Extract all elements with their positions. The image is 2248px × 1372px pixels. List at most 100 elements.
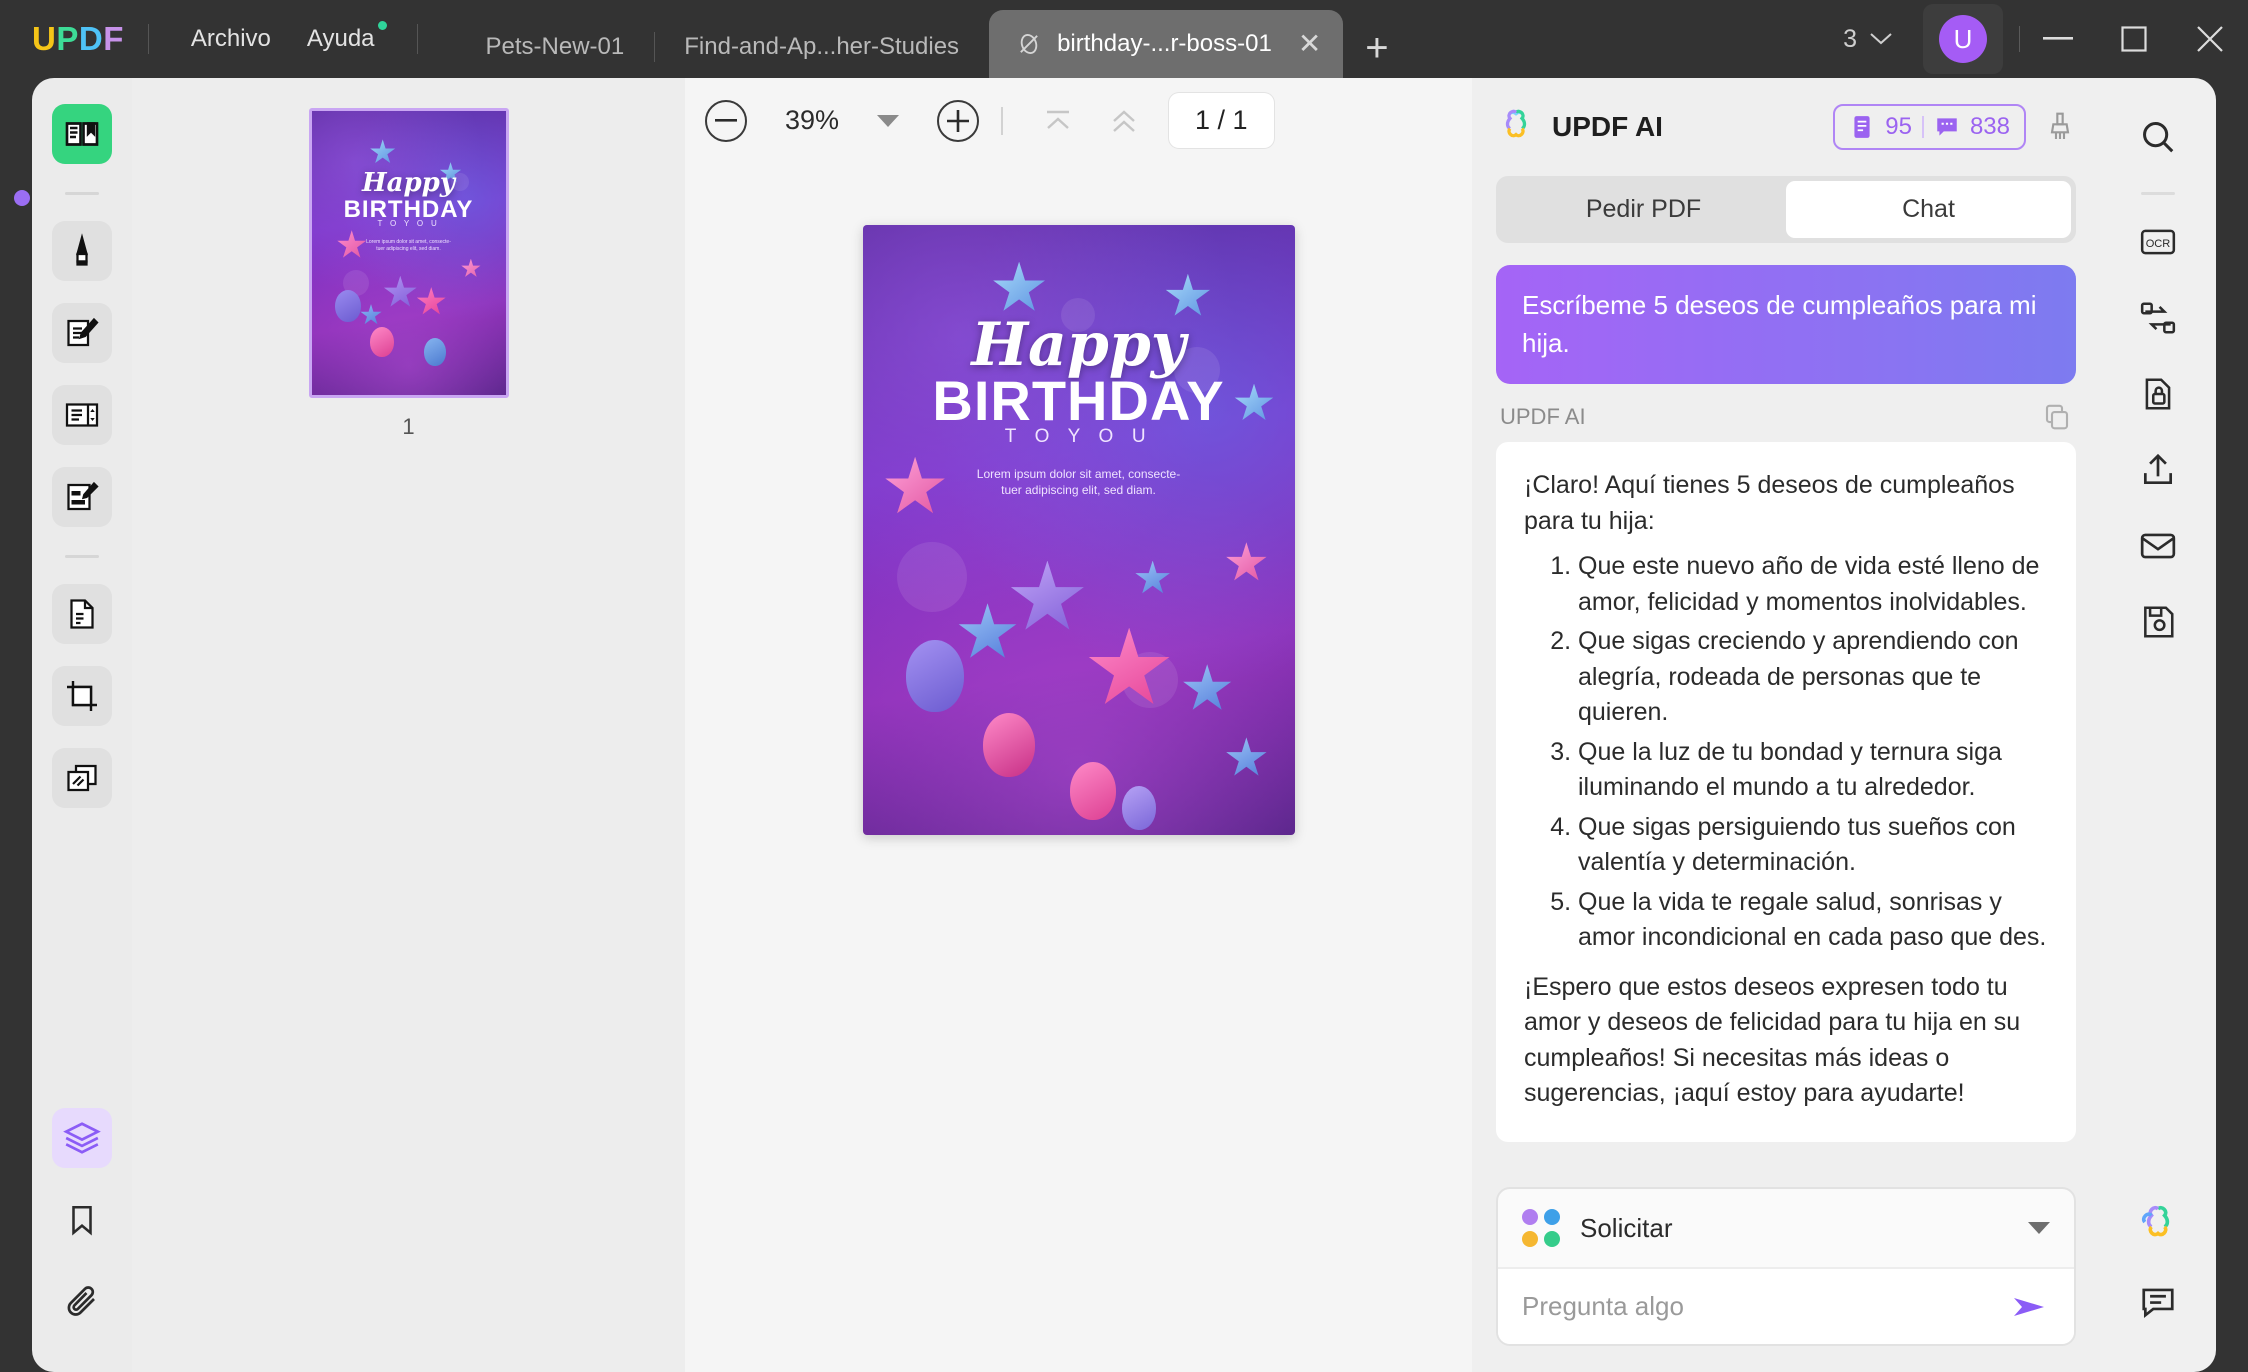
tab-pets-new-01[interactable]: Pets-New-01 bbox=[456, 16, 655, 78]
sidebar-item-highlighter[interactable] bbox=[52, 221, 112, 281]
user-message-bubble: Escríbeme 5 deseos de cumpleaños para mi… bbox=[1496, 265, 2076, 385]
menu-ayuda[interactable]: Ayuda bbox=[289, 19, 393, 59]
pdf-file-icon bbox=[1015, 30, 1043, 58]
first-page-button[interactable] bbox=[1025, 108, 1091, 134]
send-icon[interactable] bbox=[2010, 1292, 2050, 1322]
ai-response-card: ¡Claro! Aquí tienes 5 deseos de cumpleañ… bbox=[1496, 442, 2076, 1142]
updf-logo: UPDF bbox=[32, 20, 124, 58]
divider bbox=[1001, 106, 1003, 135]
crop-page-icon bbox=[64, 678, 100, 714]
ai-panel-title: UPDF AI bbox=[1552, 111, 1663, 142]
sidebar-item-edit-pdf[interactable] bbox=[52, 303, 112, 363]
tab-close-icon[interactable]: ✕ bbox=[1298, 30, 1321, 58]
broom-icon[interactable] bbox=[2044, 111, 2076, 143]
rail-divider bbox=[65, 192, 99, 195]
sidebar-item-share[interactable] bbox=[2127, 439, 2189, 501]
updf-ai-icon bbox=[1496, 107, 1536, 147]
sidebar-item-form-fill[interactable] bbox=[52, 467, 112, 527]
zoom-out-button[interactable] bbox=[705, 99, 747, 142]
divider bbox=[147, 24, 149, 54]
app-body: Happy BIRTHDAY T O Y O U Lorem ipsum dol… bbox=[0, 78, 2248, 1372]
close-button[interactable] bbox=[2172, 0, 2248, 78]
chat-credits-count: 838 bbox=[1969, 113, 2010, 140]
sidebar-item-layers[interactable] bbox=[52, 1108, 112, 1168]
minimize-button[interactable] bbox=[2020, 0, 2096, 78]
tab-pedir-pdf[interactable]: Pedir PDF bbox=[1501, 181, 1786, 238]
tab-label: Find-and-Ap...her-Studies bbox=[684, 33, 960, 60]
thumb-toyou-text: T O Y O U bbox=[377, 218, 440, 228]
page-container: Happy BIRTHDAY T O Y O U Lorem ipsum dol… bbox=[685, 163, 1472, 835]
ai-response-list: Que este nuevo año de vida esté lleno de… bbox=[1578, 549, 2048, 956]
tab-chat[interactable]: Chat bbox=[1786, 181, 2071, 238]
chevron-down-icon[interactable] bbox=[2028, 1222, 2050, 1234]
thumbnail-page-number: 1 bbox=[402, 414, 415, 439]
sidebar-item-compress[interactable] bbox=[52, 748, 112, 808]
layers-icon bbox=[63, 1119, 101, 1157]
maximize-button[interactable] bbox=[2096, 0, 2172, 78]
page-thumbnail[interactable]: Happy BIRTHDAY T O Y O U Lorem ipsum dol… bbox=[308, 108, 509, 398]
minus-icon bbox=[715, 118, 737, 122]
tab-strip: Pets-New-01 Find-and-Ap...her-Studies bi… bbox=[456, 0, 1411, 78]
notification-dot-icon bbox=[377, 21, 387, 30]
sidebar-item-email[interactable] bbox=[2127, 515, 2189, 577]
zoom-level-value[interactable]: 39% bbox=[747, 105, 877, 136]
send-arrow-icon bbox=[2014, 1297, 2044, 1316]
bookmark-icon bbox=[65, 1203, 99, 1237]
title-bar: UPDF Archivo Ayuda Pets-New-01 Find-and-… bbox=[0, 0, 2248, 78]
ai-mode-tabs: Pedir PDF Chat bbox=[1496, 176, 2076, 243]
logo-letter-p: P bbox=[56, 20, 79, 57]
sidebar-item-protect[interactable] bbox=[2127, 363, 2189, 425]
composer-mode-label: Solicitar bbox=[1580, 1212, 1673, 1243]
compare-icon bbox=[2139, 299, 2177, 337]
tab-birthday-boss-01[interactable]: birthday-...r-boss-01 ✕ bbox=[989, 10, 1344, 78]
first-page-icon bbox=[1047, 110, 1069, 129]
sidebar-item-compare[interactable] bbox=[2127, 287, 2189, 349]
logo-letter-u: U bbox=[32, 20, 57, 57]
sidebar-item-save-as[interactable] bbox=[2127, 591, 2189, 653]
thumb-happy-text: Happy bbox=[362, 167, 455, 198]
maximize-icon bbox=[2121, 26, 2147, 52]
highlighter-icon bbox=[64, 233, 100, 269]
document-credits-count: 95 bbox=[1885, 113, 1912, 140]
compress-icon bbox=[64, 760, 100, 796]
sidebar-item-attachment[interactable] bbox=[52, 1272, 112, 1332]
sidebar-item-crop[interactable] bbox=[52, 666, 112, 726]
updf-ai-icon bbox=[2136, 1203, 2180, 1247]
logo-letter-d: D bbox=[78, 20, 104, 57]
pdf-viewer: 39% 1 / 1 Happy BIRTHDAY T O Y O U Lorem… bbox=[685, 78, 1472, 1372]
prev-page-button[interactable] bbox=[1091, 108, 1157, 134]
list-item: Que la luz de tu bondad y ternura siga i… bbox=[1578, 735, 2048, 806]
attachment-icon bbox=[64, 1284, 100, 1320]
tab-find-and-apply[interactable]: Find-and-Ap...her-Studies bbox=[654, 16, 989, 78]
composer-mode-row[interactable]: Solicitar bbox=[1498, 1189, 2074, 1267]
new-tab-button[interactable]: + bbox=[1343, 28, 1410, 78]
ai-credits-badge[interactable]: 95 838 bbox=[1833, 104, 2026, 150]
sidebar-item-ocr[interactable]: OCR bbox=[2127, 211, 2189, 273]
tab-count-dropdown[interactable]: 3 bbox=[1829, 25, 1907, 54]
ocr-icon: OCR bbox=[2139, 223, 2177, 261]
sidebar-item-search[interactable] bbox=[2127, 106, 2189, 168]
chat-input[interactable] bbox=[1522, 1291, 2010, 1322]
divider bbox=[416, 24, 418, 54]
pdf-page[interactable]: Happy BIRTHDAY T O Y O U Lorem ipsum dol… bbox=[862, 225, 1295, 835]
zoom-in-button[interactable] bbox=[937, 99, 979, 142]
zoom-dropdown-icon[interactable] bbox=[877, 114, 899, 127]
sidebar-item-comment[interactable] bbox=[2127, 1270, 2189, 1332]
sidebar-item-organize-pages[interactable] bbox=[52, 385, 112, 445]
sidebar-item-updf-ai[interactable] bbox=[2127, 1194, 2189, 1256]
sidebar-item-bookmark[interactable] bbox=[52, 1190, 112, 1250]
rail-divider bbox=[2141, 192, 2175, 195]
account-button[interactable]: U bbox=[1923, 4, 2003, 74]
copy-icon[interactable] bbox=[2042, 402, 2072, 432]
sidebar-item-reader[interactable] bbox=[52, 104, 112, 164]
page-indicator[interactable]: 1 / 1 bbox=[1169, 93, 1274, 148]
menu-archivo[interactable]: Archivo bbox=[173, 19, 289, 59]
document-credits-icon bbox=[1854, 116, 1870, 138]
prompt-modes-icon bbox=[1522, 1209, 1560, 1247]
share-icon bbox=[2139, 451, 2177, 489]
logo-letter-f: F bbox=[103, 20, 124, 57]
rail-divider bbox=[65, 555, 99, 558]
divider bbox=[1921, 116, 1924, 138]
right-tool-rail: OCR bbox=[2100, 78, 2216, 1372]
sidebar-item-convert[interactable] bbox=[52, 584, 112, 644]
